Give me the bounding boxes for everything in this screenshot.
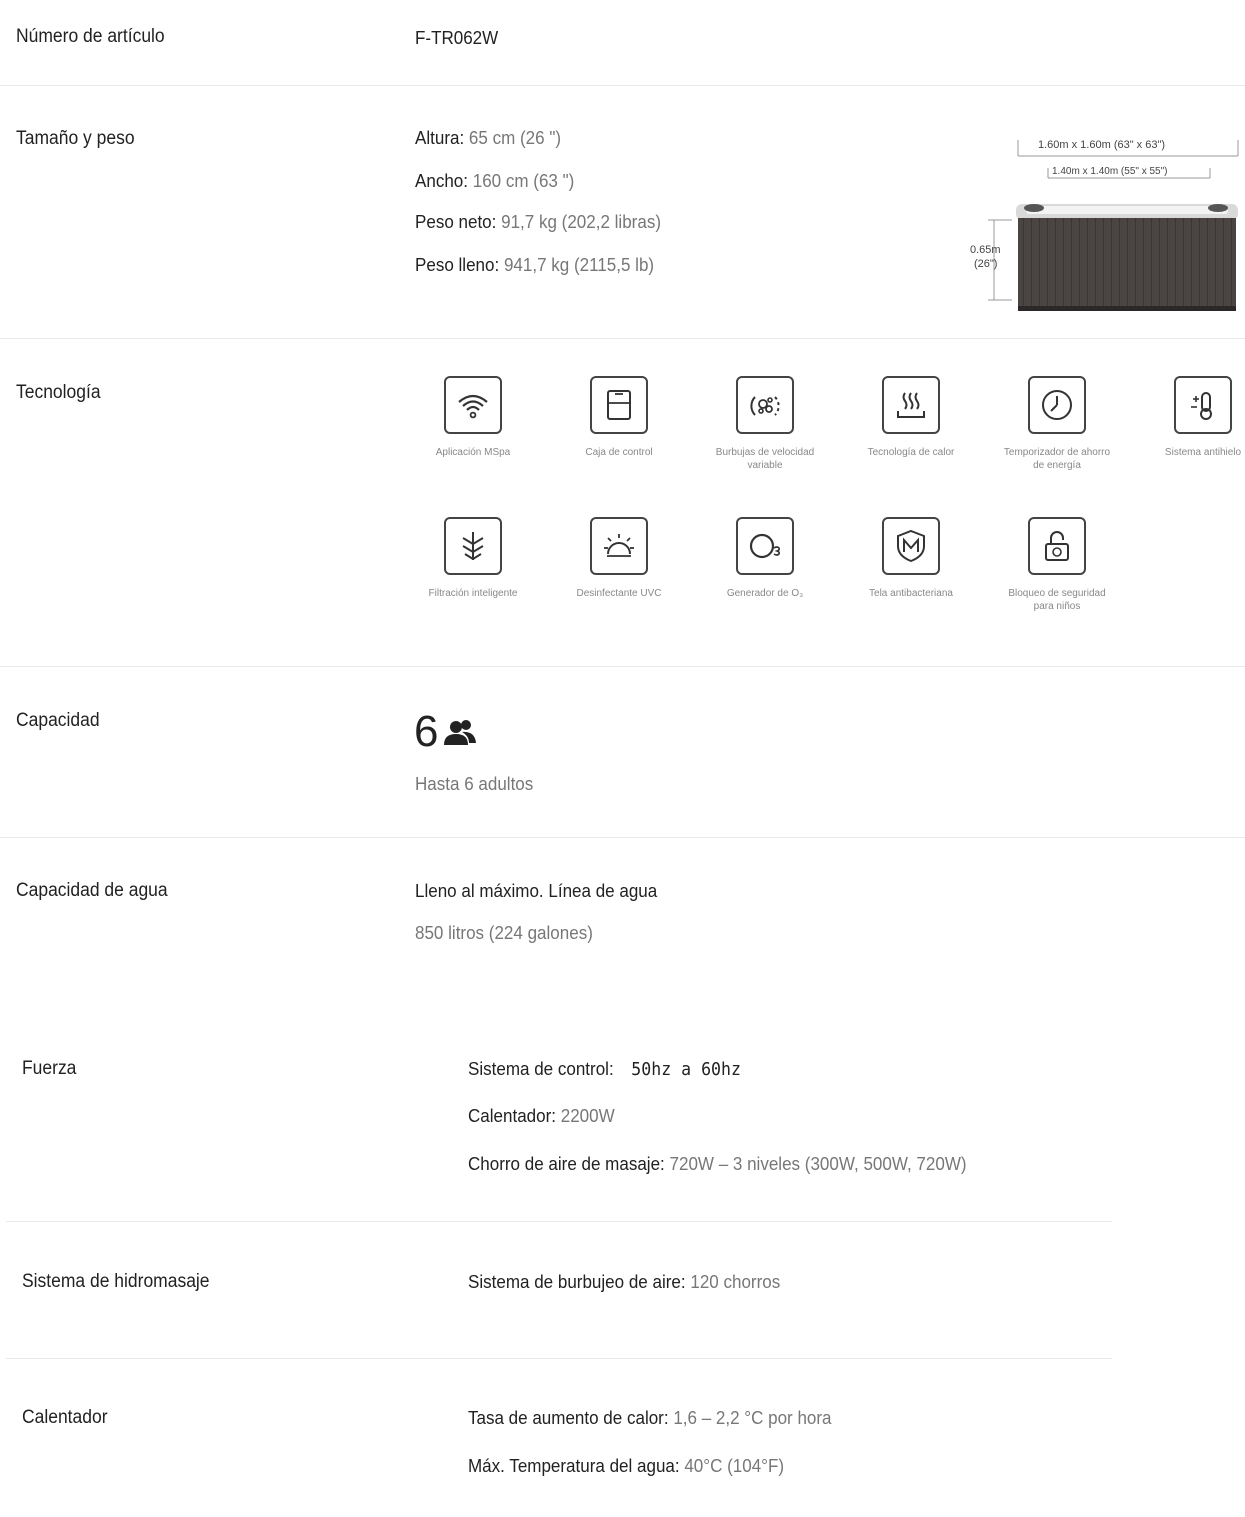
tech-caption: Bloqueo de seguridad para niños: [1008, 588, 1106, 612]
water-capacity-value: 850 litros (224 galones): [415, 922, 593, 943]
divider: [6, 1358, 1112, 1359]
max-temp-key: Máx. Temperatura del agua:: [468, 1455, 680, 1476]
height-dimension-inches: (26"): [974, 258, 998, 270]
full-weight-key: Peso lleno:: [415, 254, 500, 275]
inner-dimension: 1.40m x 1.40m (55" x 55"): [1052, 166, 1168, 177]
capacity-number: 6: [414, 707, 439, 756]
tech-caption: Desinfectante UVC: [576, 588, 662, 599]
capacity-count: 6: [414, 707, 480, 757]
heat-rate-row: Tasa de aumento de calor: 1,6 – 2,2 °C p…: [468, 1407, 832, 1429]
spa-image: [988, 140, 1239, 311]
wifi-icon: [458, 394, 488, 419]
tech-item-heat: Tecnología de calor: [851, 376, 971, 459]
width-row: Ancho: 160 cm (63 "): [415, 170, 574, 192]
heater-power-key: Calentador:: [468, 1105, 557, 1126]
tech-item-antibacterial: Tela antibacteriana: [851, 517, 971, 600]
heater-label: Calentador: [22, 1407, 108, 1428]
article-label: Número de artículo: [16, 26, 165, 47]
divider: [0, 837, 1245, 838]
tech-item-app: Aplicación MSpa: [413, 376, 533, 459]
control-system-row: Sistema de control: 50hz a 60hz: [468, 1058, 741, 1080]
massage-jet-row: Chorro de aire de masaje: 720W – 3 nivel…: [468, 1153, 967, 1175]
uvc-icon: [604, 534, 634, 557]
tech-item-child-lock: Bloqueo de seguridad para niños: [997, 517, 1117, 613]
spa-dimension-diagram: 1.60m x 1.60m (63" x 63") 1.40m x 1.40m …: [960, 130, 1245, 320]
full-weight-row: Peso lleno: 941,7 kg (2115,5 lb): [415, 254, 654, 276]
control-box-icon: [607, 390, 631, 420]
divider: [0, 666, 1245, 667]
height-dimension: 0.65m: [970, 244, 1001, 256]
lock-icon: [1045, 531, 1069, 561]
height-value: 65 cm (26 "): [468, 127, 562, 148]
shield-icon: [897, 529, 925, 563]
tech-item-filter: Filtración inteligente: [413, 517, 533, 600]
air-bubble-key: Sistema de burbujeo de aire:: [468, 1271, 686, 1292]
bubbles-icon: [750, 396, 780, 416]
air-bubble-row: Sistema de burbujeo de aire: 120 chorros: [468, 1271, 780, 1293]
heater-power-value: 2200W: [560, 1105, 615, 1126]
tech-caption: Generador de O₃: [726, 588, 804, 599]
capacity-label: Capacidad: [16, 710, 100, 731]
water-capacity-label: Capacidad de agua: [16, 880, 168, 901]
net-weight-key: Peso neto:: [415, 211, 497, 232]
tech-item-bubbles: Burbujas de velocidad variable: [705, 376, 825, 472]
control-system-key: Sistema de control:: [468, 1058, 614, 1079]
outer-dimension: 1.60m x 1.60m (63" x 63"): [1038, 139, 1166, 151]
massage-jet-value: 720W – 3 niveles (300W, 500W, 720W): [669, 1153, 967, 1174]
tech-item-control-box: Caja de control: [559, 376, 679, 459]
tech-item-timer: Temporizador de ahorro de energía: [997, 376, 1117, 472]
tech-item-ozone: Generador de O₃: [705, 517, 825, 600]
divider: [0, 85, 1245, 86]
massage-jet-key: Chorro de aire de masaje:: [468, 1153, 665, 1174]
width-key: Ancho:: [415, 170, 469, 191]
max-temp-row: Máx. Temperatura del agua: 40°C (104°F): [468, 1455, 784, 1477]
tech-caption: Aplicación MSpa: [435, 447, 511, 458]
clock-icon: [1042, 390, 1072, 420]
air-bubble-value: 120 chorros: [690, 1271, 781, 1292]
thermometer-icon: [1191, 392, 1212, 420]
heat-rate-value: 1,6 – 2,2 °C por hora: [673, 1407, 832, 1428]
filter-icon: [462, 532, 484, 561]
width-value: 160 cm (63 "): [472, 170, 575, 191]
size-weight-label: Tamaño y peso: [16, 128, 135, 149]
tech-caption: Caja de control: [585, 447, 653, 458]
article-value: F-TR062W: [415, 27, 499, 48]
ozone-icon: [749, 533, 781, 559]
divider: [6, 1221, 1112, 1222]
tech-caption: Tela antibacteriana: [869, 588, 953, 599]
tech-caption: Tecnología de calor: [867, 447, 955, 458]
full-weight-value: 941,7 kg (2115,5 lb): [503, 254, 655, 275]
people-icon: [444, 720, 477, 745]
tech-caption: Burbujas de velocidad variable: [715, 447, 815, 471]
height-key: Altura:: [415, 127, 465, 148]
tech-caption: Sistema antihielo: [1164, 447, 1242, 458]
net-weight-row: Peso neto: 91,7 kg (202,2 libras): [415, 211, 661, 233]
technology-label: Tecnología: [16, 382, 101, 403]
max-temp-value: 40°C (104°F): [684, 1455, 785, 1476]
tech-caption: Temporizador de ahorro de energía: [1003, 447, 1111, 471]
heater-power-row: Calentador: 2200W: [468, 1105, 615, 1127]
control-system-value: 50hz a 60hz: [631, 1059, 741, 1080]
divider: [0, 338, 1245, 339]
capacity-description: Hasta 6 adultos: [415, 773, 534, 794]
net-weight-value: 91,7 kg (202,2 libras): [501, 211, 661, 232]
tech-item-antifreeze: Sistema antihielo: [1143, 376, 1245, 459]
heat-icon: [897, 392, 925, 418]
height-row: Altura: 65 cm (26 "): [415, 127, 561, 149]
tech-item-uvc: Desinfectante UVC: [559, 517, 679, 600]
tech-caption: Filtración inteligente: [428, 588, 518, 599]
hydromassage-label: Sistema de hidromasaje: [22, 1271, 210, 1292]
water-capacity-title: Lleno al máximo. Línea de agua: [415, 880, 658, 901]
power-label: Fuerza: [22, 1058, 77, 1079]
heat-rate-key: Tasa de aumento de calor:: [468, 1407, 669, 1428]
